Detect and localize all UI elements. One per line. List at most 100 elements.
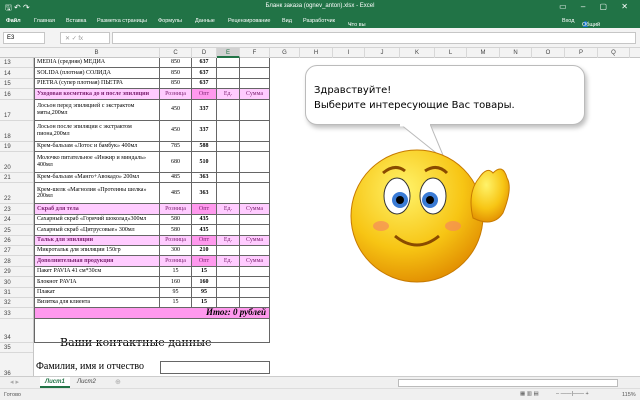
formula-buttons[interactable]: ✕ ✓ fx <box>60 32 110 44</box>
column-header-i[interactable]: I <box>333 48 365 58</box>
window-controls[interactable]: ▭ – ▢ ✕ <box>559 2 634 11</box>
horizontal-scrollbar[interactable] <box>398 379 618 387</box>
quantity-cell[interactable] <box>217 225 240 236</box>
row-header-34[interactable]: 34 <box>0 319 33 344</box>
row-header-25[interactable]: 25 <box>0 225 33 236</box>
quantity-cell[interactable] <box>217 58 240 69</box>
row-header-24[interactable]: 24 <box>0 215 33 226</box>
column-header-f[interactable]: F <box>240 48 270 58</box>
quantity-cell[interactable] <box>217 214 240 226</box>
tab-page-layout[interactable]: Разметка страницы <box>97 18 147 24</box>
quantity-cell[interactable] <box>217 152 240 173</box>
row-header-19[interactable]: 19 <box>0 142 33 152</box>
row-header-35[interactable]: 35 <box>0 343 33 354</box>
quantity-cell[interactable] <box>217 141 240 152</box>
column-header-g[interactable]: G <box>270 48 300 58</box>
sum-cell[interactable] <box>240 78 270 90</box>
sign-in-link[interactable]: Вход <box>562 18 574 24</box>
column-header-o[interactable]: O <box>532 48 565 58</box>
quantity-cell[interactable] <box>217 246 240 257</box>
contact-name-input[interactable] <box>160 361 270 374</box>
view-buttons[interactable]: ▦ ▥ ▤ <box>520 391 539 397</box>
row-header-23[interactable]: 23 <box>0 204 33 215</box>
row-header-20[interactable]: 20 <box>0 152 33 173</box>
sum-cell[interactable]: Сумма <box>240 204 270 215</box>
sheet-tab-2[interactable]: Лист2 <box>72 377 101 388</box>
row-header-18[interactable]: 18 <box>0 121 33 142</box>
sum-cell[interactable]: Сумма <box>240 256 270 267</box>
quantity-cell[interactable] <box>217 120 240 142</box>
tab-data[interactable]: Данные <box>195 18 215 24</box>
column-header-n[interactable]: N <box>500 48 532 58</box>
sum-cell[interactable] <box>240 58 270 69</box>
column-header-k[interactable]: K <box>400 48 435 58</box>
tab-formulas[interactable]: Формулы <box>158 18 182 24</box>
sum-cell[interactable] <box>240 68 270 79</box>
row-header-30[interactable]: 30 <box>0 277 33 288</box>
sum-cell[interactable] <box>240 298 270 309</box>
sum-cell[interactable] <box>240 246 270 257</box>
sum-cell[interactable] <box>240 287 270 298</box>
column-header-b[interactable]: B <box>34 48 160 58</box>
row-header-29[interactable]: 29 <box>0 267 33 278</box>
sum-cell[interactable] <box>240 120 270 142</box>
sum-cell[interactable]: Сумма <box>240 235 270 246</box>
tab-home[interactable]: Главная <box>34 18 55 24</box>
sum-cell[interactable] <box>240 225 270 236</box>
quantity-cell[interactable]: Ед. <box>217 235 240 246</box>
row-header-27[interactable]: 27 <box>0 246 33 257</box>
quantity-cell[interactable] <box>217 78 240 90</box>
row-header-22[interactable]: 22 <box>0 183 33 205</box>
row-header-31[interactable]: 31 <box>0 288 33 298</box>
row-header-28[interactable]: 28 <box>0 256 33 267</box>
sum-cell[interactable] <box>240 99 270 121</box>
column-header-h[interactable]: H <box>300 48 333 58</box>
sheet-tab-1[interactable]: Лист1 <box>40 377 70 388</box>
tab-review[interactable]: Рецензирование <box>228 18 270 24</box>
sum-cell[interactable] <box>240 214 270 226</box>
add-sheet-icon[interactable]: ⊕ <box>115 378 121 386</box>
row-header-15[interactable]: 15 <box>0 79 33 90</box>
sum-cell[interactable] <box>240 266 270 278</box>
column-header-p[interactable]: P <box>565 48 598 58</box>
column-header-m[interactable]: M <box>467 48 500 58</box>
formula-input[interactable] <box>112 32 636 44</box>
sum-cell[interactable] <box>240 152 270 173</box>
sheet-nav-arrows[interactable]: ◂ ▸ <box>10 378 19 386</box>
sum-cell[interactable] <box>240 183 270 205</box>
sum-cell[interactable]: Сумма <box>240 89 270 100</box>
quantity-cell[interactable]: Ед. <box>217 204 240 215</box>
column-header-c[interactable]: C <box>160 48 192 58</box>
row-header-14[interactable]: 14 <box>0 68 33 79</box>
row-header-33[interactable]: 33 <box>0 308 33 319</box>
zoom-slider[interactable]: – ——|—— + <box>556 391 589 397</box>
quantity-cell[interactable] <box>217 183 240 205</box>
row-header-36[interactable]: 36 <box>0 353 33 376</box>
quantity-cell[interactable] <box>217 287 240 298</box>
sum-cell[interactable] <box>240 277 270 288</box>
comment-cell[interactable] <box>34 319 270 344</box>
row-header-26[interactable]: 26 <box>0 236 33 246</box>
row-header-16[interactable]: 16 <box>0 89 33 100</box>
name-box[interactable]: E3 <box>3 32 45 44</box>
quantity-cell[interactable] <box>217 266 240 278</box>
quantity-cell[interactable]: Ед. <box>217 256 240 267</box>
quantity-cell[interactable] <box>217 68 240 79</box>
quantity-cell[interactable] <box>217 173 240 184</box>
quantity-cell[interactable] <box>217 298 240 309</box>
quantity-cell[interactable] <box>217 99 240 121</box>
tab-insert[interactable]: Вставка <box>66 18 86 24</box>
column-header-e[interactable]: E <box>217 48 240 58</box>
column-header-q[interactable]: Q <box>598 48 630 58</box>
tab-developer[interactable]: Разработчик <box>303 18 335 24</box>
row-header-21[interactable]: 21 <box>0 173 33 184</box>
quantity-cell[interactable]: Ед. <box>217 89 240 100</box>
quantity-cell[interactable] <box>217 277 240 288</box>
tab-view[interactable]: Вид <box>282 18 292 24</box>
tab-file[interactable]: Файл <box>6 18 21 24</box>
row-header-13[interactable]: 13 <box>0 58 33 69</box>
row-header-32[interactable]: 32 <box>0 298 33 309</box>
column-header-d[interactable]: D <box>192 48 217 58</box>
column-header-l[interactable]: L <box>435 48 467 58</box>
row-header-17[interactable]: 17 <box>0 100 33 121</box>
